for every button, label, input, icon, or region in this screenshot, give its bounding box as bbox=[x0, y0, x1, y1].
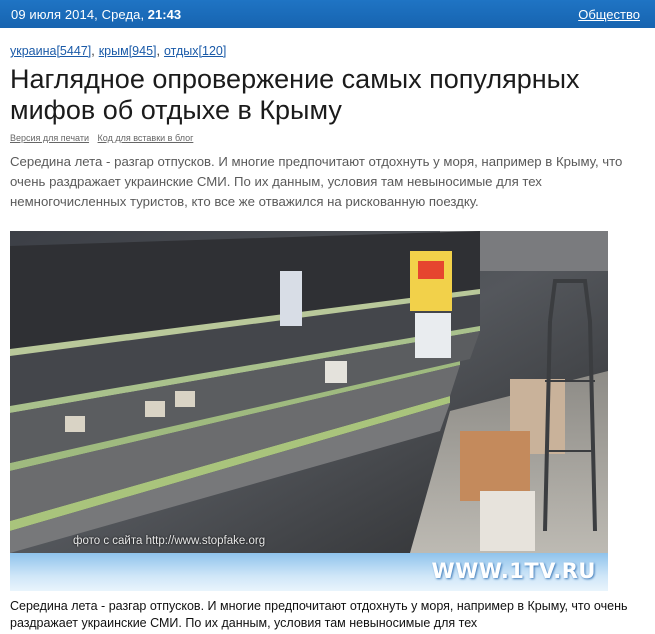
tag-separator: , bbox=[156, 44, 160, 58]
tag-link-crimea[interactable]: крым[945] bbox=[99, 44, 157, 58]
date-line: 09 июля 2014, Среда, 21:43 bbox=[11, 7, 181, 22]
top-bar: 09 июля 2014, Среда, 21:43 Общество bbox=[0, 0, 655, 28]
article-tools: Версия для печати Код для вставки в блог bbox=[10, 133, 645, 143]
article-container: украина[5447], крым[945], отдых[120] Нагля… bbox=[0, 44, 655, 632]
tag-list: украина[5447], крым[945], отдых[120] bbox=[10, 44, 645, 58]
channel-logo: WWW.1TV.RU bbox=[431, 559, 596, 583]
tag-link-ukraine[interactable]: украина[5447] bbox=[10, 44, 91, 58]
article-photo: фото с сайта http://www.stopfake.org WWW… bbox=[10, 231, 608, 591]
article-title: Наглядное опровержение самых популярных … bbox=[10, 64, 580, 125]
tag-separator: , bbox=[91, 44, 95, 58]
embed-code-link[interactable]: Код для вставки в блог bbox=[98, 133, 194, 143]
article-lead: Середина лета - разгар отпусков. И многи… bbox=[10, 154, 623, 209]
tag-link-vacation[interactable]: отдых[120] bbox=[164, 44, 226, 58]
time-text: 21:43 bbox=[147, 6, 182, 22]
date-text: 09 июля 2014, Среда, bbox=[11, 6, 145, 22]
photo-credit: фото с сайта http://www.stopfake.org bbox=[73, 535, 266, 547]
print-version-link[interactable]: Версия для печати bbox=[10, 133, 89, 143]
article-body: Середина лета - разгар отпусков. И многи… bbox=[10, 599, 628, 630]
section-link-society[interactable]: Общество bbox=[578, 7, 640, 22]
